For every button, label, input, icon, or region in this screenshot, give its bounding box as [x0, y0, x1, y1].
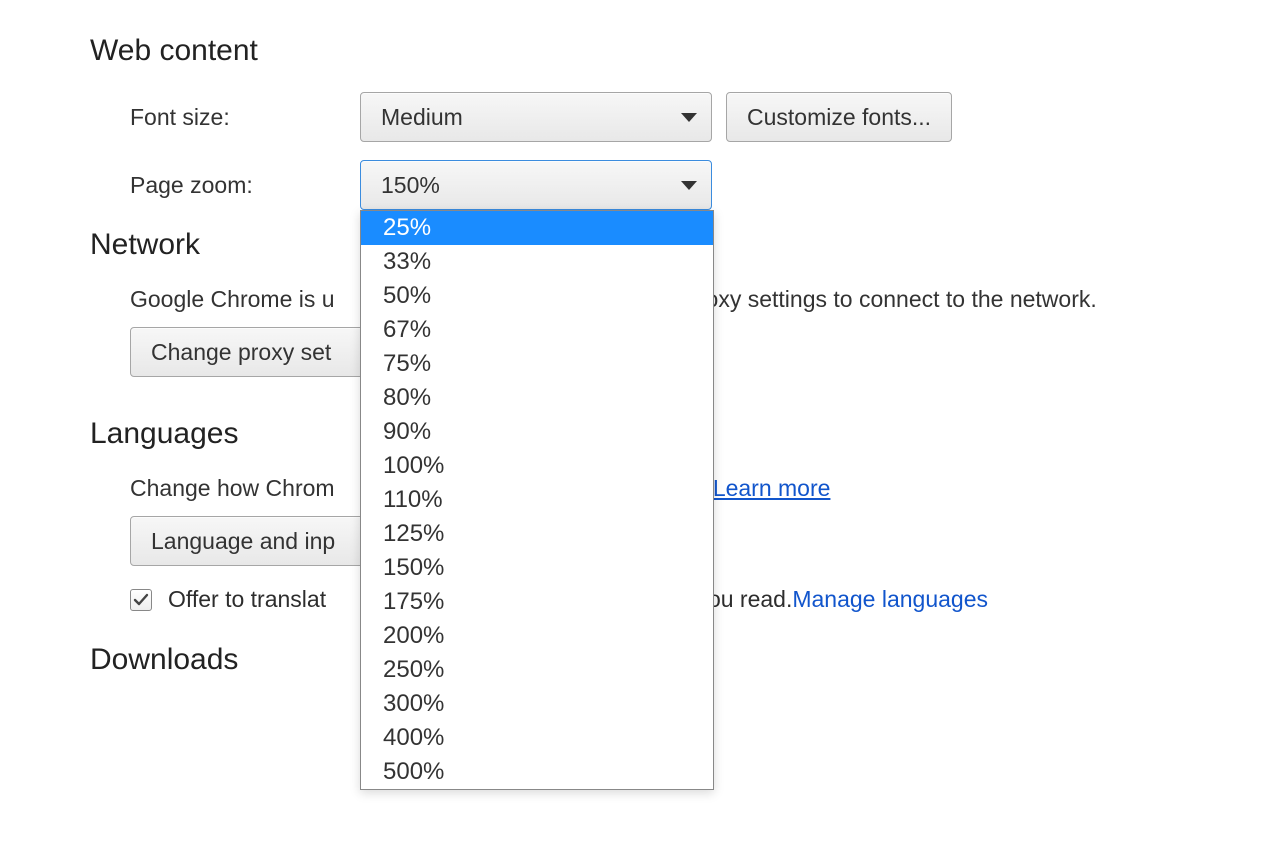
- zoom-option[interactable]: 110%: [361, 483, 713, 517]
- page-zoom-value: 150%: [381, 172, 440, 199]
- zoom-option[interactable]: 25%: [361, 211, 713, 245]
- zoom-option[interactable]: 150%: [361, 551, 713, 585]
- font-size-row: Font size: Medium Customize fonts...: [130, 92, 1178, 142]
- manage-languages-link[interactable]: Manage languages: [792, 586, 988, 613]
- chevron-down-icon: [681, 113, 697, 122]
- zoom-option[interactable]: 80%: [361, 381, 713, 415]
- offer-translate-checkbox[interactable]: [130, 589, 152, 611]
- font-size-label: Font size:: [130, 104, 360, 131]
- zoom-option[interactable]: 300%: [361, 687, 713, 721]
- change-proxy-settings-button[interactable]: Change proxy set: [130, 327, 372, 377]
- zoom-option[interactable]: 67%: [361, 313, 713, 347]
- page-zoom-dropdown[interactable]: 25%33%50%67%75%80%90%100%110%125%150%175…: [360, 210, 714, 790]
- learn-more-link[interactable]: Learn more: [713, 475, 831, 501]
- zoom-option[interactable]: 175%: [361, 585, 713, 619]
- zoom-option[interactable]: 400%: [361, 721, 713, 755]
- zoom-option[interactable]: 100%: [361, 449, 713, 483]
- zoom-option[interactable]: 500%: [361, 755, 713, 789]
- chevron-down-icon: [681, 181, 697, 190]
- language-input-settings-button[interactable]: Language and inp: [130, 516, 372, 566]
- zoom-option[interactable]: 50%: [361, 279, 713, 313]
- page-zoom-row: Page zoom: 150%: [130, 160, 1178, 210]
- zoom-option[interactable]: 250%: [361, 653, 713, 687]
- zoom-option[interactable]: 125%: [361, 517, 713, 551]
- page-zoom-label: Page zoom:: [130, 172, 360, 199]
- zoom-option[interactable]: 90%: [361, 415, 713, 449]
- zoom-option[interactable]: 33%: [361, 245, 713, 279]
- page-zoom-select[interactable]: 150%: [360, 160, 712, 210]
- zoom-option[interactable]: 75%: [361, 347, 713, 381]
- zoom-option[interactable]: 200%: [361, 619, 713, 653]
- web-content-heading: Web content: [90, 34, 1178, 68]
- customize-fonts-button[interactable]: Customize fonts...: [726, 92, 952, 142]
- font-size-select[interactable]: Medium: [360, 92, 712, 142]
- font-size-value: Medium: [381, 104, 463, 131]
